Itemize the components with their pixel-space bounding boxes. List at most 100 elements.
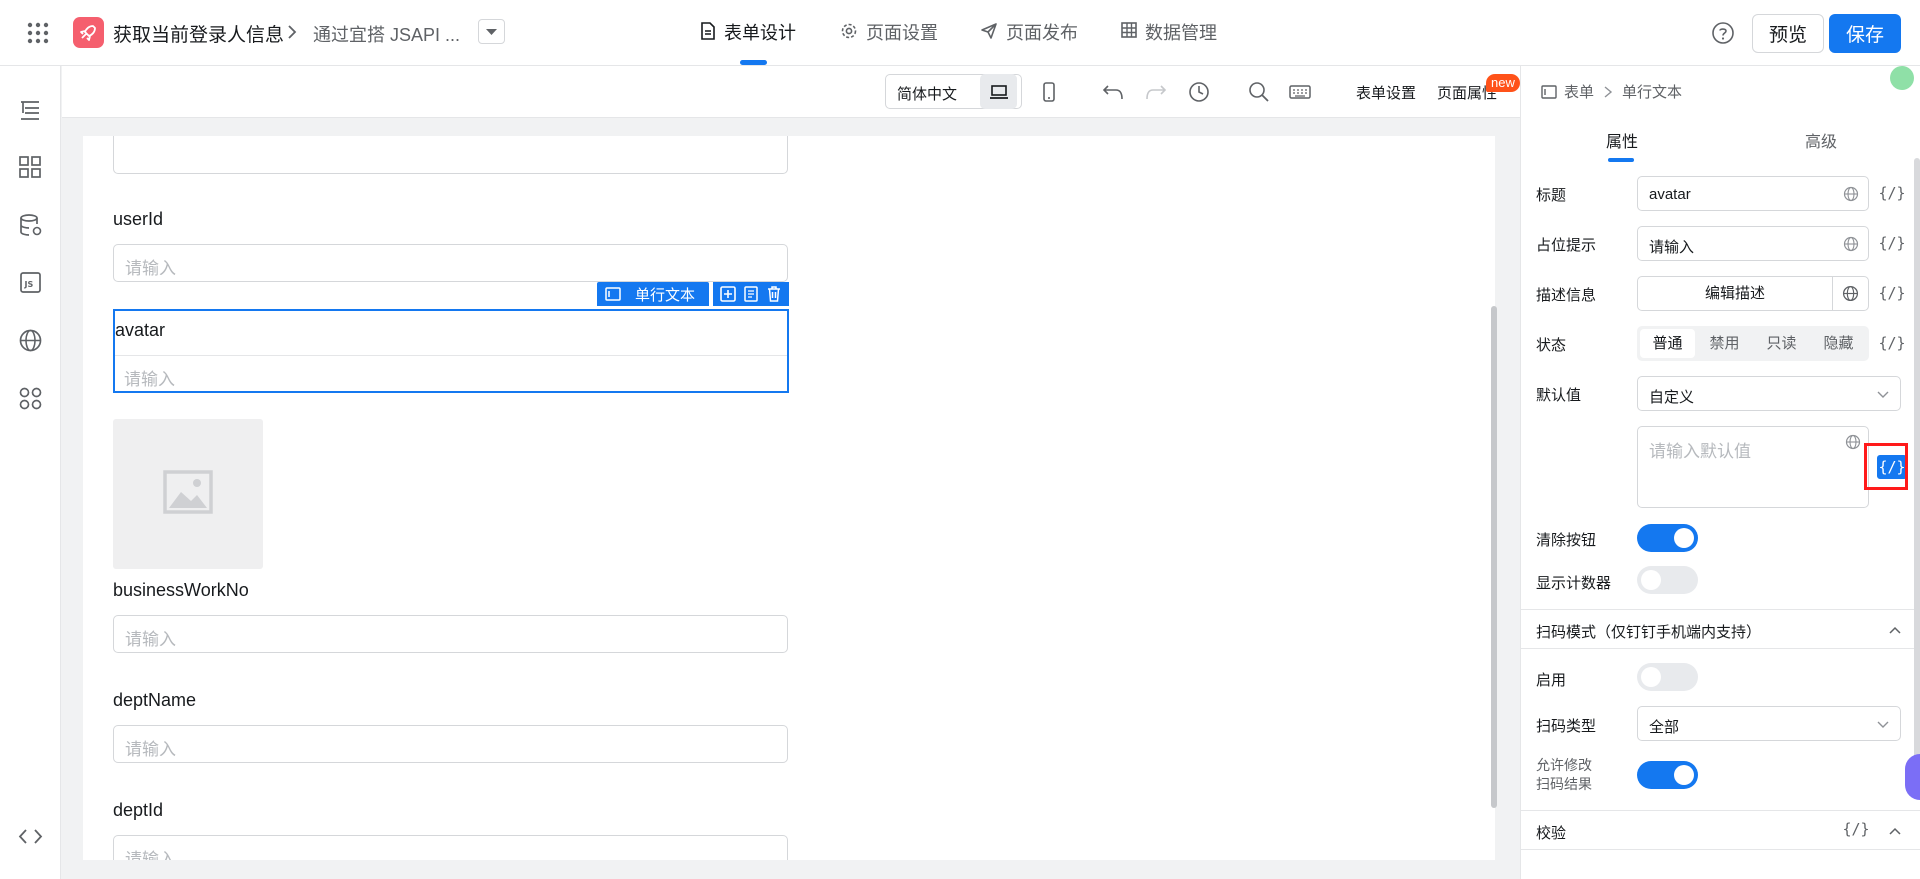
field-label-businessworkno: businessWorkNo (113, 580, 249, 600)
status-option-normal[interactable]: 普通 (1640, 329, 1695, 358)
field-input-businessworkno[interactable]: 请输入 (113, 615, 788, 653)
floating-assistant-button[interactable] (1905, 754, 1920, 800)
globe-icon[interactable] (1845, 434, 1861, 450)
scan-modify-label: 允许修改 扫码结果 (1536, 756, 1592, 794)
default-value-label: 默认值 (1536, 387, 1582, 404)
globe-icon[interactable] (1843, 186, 1859, 202)
breadcrumb-form[interactable]: 表单 (1564, 81, 1594, 102)
js-code-icon[interactable]: JS (18, 270, 43, 295)
undo-button[interactable] (1094, 74, 1131, 109)
status-expression-button[interactable]: {/} (1877, 331, 1907, 355)
image-placeholder[interactable] (113, 419, 263, 569)
save-button[interactable]: 保存 (1829, 14, 1901, 53)
plugins-icon[interactable] (18, 386, 43, 411)
chevron-down-icon (1877, 721, 1889, 728)
status-option-hidden[interactable]: 隐藏 (1811, 329, 1866, 358)
add-icon[interactable] (719, 285, 737, 303)
tab-page-publish[interactable]: 页面发布 (980, 19, 1078, 65)
preview-button[interactable]: 预览 (1752, 14, 1824, 53)
data-source-icon[interactable] (18, 213, 43, 238)
validation-section-title: 校验 (1536, 825, 1567, 842)
selected-component-tag[interactable]: 单行文本 (597, 282, 709, 306)
search-button[interactable] (1240, 74, 1277, 109)
shortcut-button[interactable] (1281, 74, 1318, 109)
default-value-mode: 自定义 (1649, 389, 1695, 406)
field-input-avatar[interactable]: 请输入 (115, 355, 787, 391)
keyboard-icon (1288, 84, 1311, 99)
placeholder-expression-button[interactable]: {/} (1877, 231, 1907, 255)
title-input[interactable]: avatar (1637, 176, 1869, 211)
title-expression-button[interactable]: {/} (1877, 181, 1907, 205)
selected-field-avatar[interactable]: avatar 请输入 (113, 309, 789, 393)
scan-modify-switch[interactable] (1637, 761, 1698, 789)
scan-mode-section-title: 扫码模式（仅钉钉手机端内支持） (1536, 624, 1762, 641)
clear-button-label: 清除按钮 (1536, 532, 1597, 549)
status-option-readonly[interactable]: 只读 (1754, 329, 1809, 358)
help-icon[interactable] (1711, 21, 1735, 45)
delete-icon[interactable] (765, 285, 783, 303)
status-dot (1890, 66, 1914, 90)
default-value-mode-select[interactable]: 自定义 (1637, 376, 1901, 411)
current-page-name[interactable]: 通过宜搭 JSAPI ... (313, 21, 460, 47)
field-input-userid[interactable]: 请输入 (113, 244, 788, 282)
history-button[interactable] (1180, 74, 1217, 109)
app-title[interactable]: 获取当前登录人信息 (113, 20, 284, 47)
scan-type-select[interactable]: 全部 (1637, 706, 1901, 741)
outline-tree-icon[interactable] (18, 98, 43, 123)
scan-enable-switch[interactable] (1637, 663, 1698, 691)
file-icon (701, 22, 715, 40)
tab-advanced[interactable]: 高级 (1805, 128, 1837, 152)
field-input-deptid[interactable]: 请输入 (113, 835, 788, 860)
chevron-right-icon (288, 25, 297, 39)
mobile-view-button[interactable] (1030, 74, 1067, 109)
tab-properties[interactable]: 属性 (1606, 128, 1638, 162)
field-label-deptname: deptName (113, 690, 197, 710)
show-counter-switch[interactable] (1637, 566, 1698, 594)
description-i18n-button[interactable] (1832, 276, 1869, 311)
copy-icon[interactable] (742, 285, 760, 303)
components-icon[interactable] (18, 155, 43, 180)
scan-mode-section-header[interactable]: 扫码模式（仅钉钉手机端内支持） (1521, 609, 1920, 649)
component-actions (713, 282, 789, 306)
scan-type-label: 扫码类型 (1536, 718, 1597, 735)
description-label: 描述信息 (1536, 287, 1597, 304)
field-input-deptname[interactable]: 请输入 (113, 725, 788, 763)
edit-description-button[interactable]: 编辑描述 (1637, 276, 1833, 311)
clear-button-switch[interactable] (1637, 524, 1698, 552)
mobile-phone-icon (1042, 81, 1055, 102)
page-switch-dropdown[interactable] (478, 19, 505, 44)
desktop-view-button[interactable] (980, 74, 1017, 109)
properties-panel: 表单 单行文本 属性 高级 标题 avatar {/} 占位提示 请输入 {/}… (1520, 66, 1920, 879)
placeholder-label: 占位提示 (1536, 237, 1597, 254)
form-input-partial[interactable] (113, 136, 788, 174)
tab-form-design[interactable]: 表单设计 (700, 19, 796, 65)
tab-page-settings[interactable]: 页面设置 (840, 19, 938, 65)
tab-page-publish-label: 页面发布 (1006, 23, 1078, 43)
placeholder-input[interactable]: 请输入 (1637, 226, 1869, 261)
scan-modify-label-line1: 允许修改 (1536, 757, 1592, 773)
redo-icon (1145, 84, 1166, 99)
panel-scrollbar[interactable] (1914, 158, 1920, 792)
tab-data-management[interactable]: 数据管理 (1121, 19, 1217, 65)
left-sidebar: JS (0, 66, 61, 879)
description-expression-button[interactable]: {/} (1877, 281, 1907, 305)
validation-section-header[interactable]: 校验 {/} (1521, 810, 1920, 850)
canvas-scrollbar[interactable] (1491, 306, 1497, 808)
scan-modify-label-line2: 扫码结果 (1536, 776, 1592, 792)
globe-icon[interactable] (18, 328, 43, 353)
redo-button[interactable] (1137, 74, 1174, 109)
chevron-down-icon (1877, 391, 1889, 398)
status-option-disabled[interactable]: 禁用 (1697, 329, 1752, 358)
chevron-right-icon (1604, 85, 1613, 98)
table-icon (1121, 22, 1137, 38)
source-code-icon[interactable] (18, 824, 43, 849)
validation-expression-button[interactable]: {/} (1841, 817, 1871, 841)
form-settings-link[interactable]: 表单设置 (1356, 82, 1416, 103)
default-value-input[interactable]: 请输入默认值 (1637, 426, 1869, 508)
globe-icon[interactable] (1843, 236, 1859, 252)
title-label: 标题 (1536, 187, 1567, 204)
form-canvas: userId 请输入 单行文本 avatar 请输入 businessWorkN… (83, 136, 1495, 860)
gear-icon (841, 23, 857, 39)
scan-type-value: 全部 (1649, 719, 1680, 736)
app-grid-icon[interactable] (26, 21, 50, 45)
